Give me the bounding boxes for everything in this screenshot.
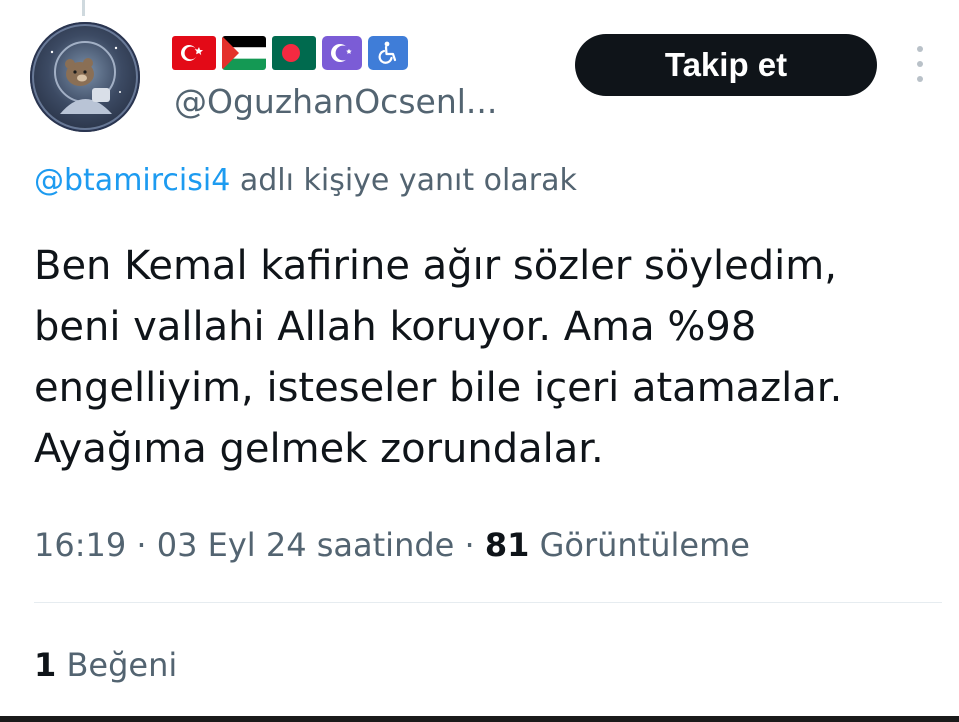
- more-dot: [917, 46, 923, 52]
- tweet-line: Ayağıma gelmek zorundalar.: [34, 426, 604, 472]
- bottom-edge-bar: [0, 716, 959, 722]
- more-vertical-icon[interactable]: [913, 46, 927, 82]
- tweet-line: engelliyim, isteseler bile içeri atamazl…: [34, 365, 843, 411]
- reply-context: @btamircisi4 adlı kişiye yanıt olarak: [34, 163, 577, 198]
- avatar[interactable]: [30, 22, 140, 132]
- tweet-date[interactable]: 03 Eyl 24 saatinde: [157, 526, 455, 564]
- likes-link[interactable]: 1 Beğeni: [34, 646, 177, 684]
- turkey-flag-icon: [172, 36, 216, 70]
- profile-badges: [172, 36, 408, 70]
- follow-button[interactable]: Takip et: [575, 34, 877, 96]
- meta-separator: ·: [454, 526, 485, 564]
- more-dot: [917, 61, 923, 67]
- tweet-line: beni vallahi Allah koruyor. Ama %98: [34, 304, 757, 350]
- views-label: Görüntüleme: [529, 526, 750, 564]
- reply-mention-link[interactable]: @btamircisi4: [34, 163, 230, 198]
- likes-count: 1: [34, 646, 57, 684]
- tweet-time[interactable]: 16:19: [34, 526, 126, 564]
- palestine-flag-icon: [222, 36, 266, 70]
- views-count: 81: [484, 526, 530, 564]
- tweet-text: Ben Kemal kafirine ağır sözler söyledim,…: [34, 236, 934, 480]
- more-dot: [917, 76, 923, 82]
- profile-handle[interactable]: @OguzhanOcsenl...: [174, 82, 497, 121]
- reply-suffix: adlı kişiye yanıt olarak: [230, 163, 577, 198]
- star-and-crescent-icon: [322, 36, 362, 70]
- tweet-line: Ben Kemal kafirine ağır sözler söyledim,: [34, 243, 837, 289]
- astronaut-bear-avatar-icon: [32, 24, 138, 130]
- divider: [34, 602, 942, 603]
- thread-connector-line: [82, 0, 85, 16]
- wheelchair-symbol-icon: [368, 36, 408, 70]
- meta-separator: ·: [126, 526, 157, 564]
- tweet-meta: 16:19 · 03 Eyl 24 saatinde · 81 Görüntül…: [34, 526, 750, 564]
- likes-label: Beğeni: [56, 646, 178, 684]
- bangladesh-flag-icon: [272, 36, 316, 70]
